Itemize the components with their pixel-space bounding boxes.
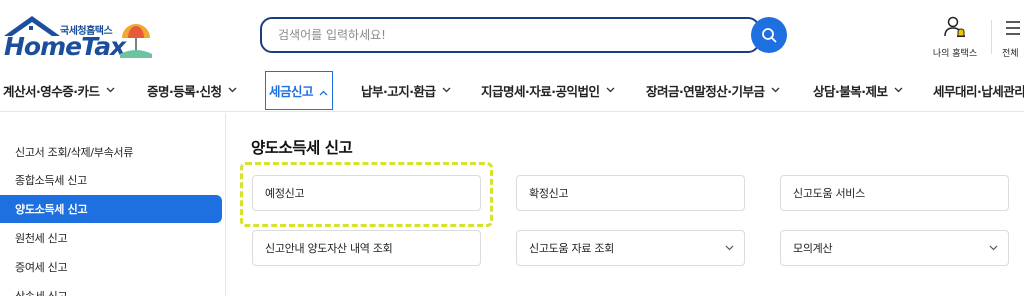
sidebar-item-return-inquiry[interactable]: 신고서 조회/삭제/부속서류 — [0, 138, 222, 166]
hamburger-menu-icon — [1006, 21, 1020, 35]
page-title: 양도소득세 신고 — [251, 139, 353, 157]
nav-item-label: 세무대리·납세관리 — [933, 83, 1024, 99]
chevron-down-icon — [606, 87, 614, 93]
card-label: 신고도움 서비스 — [793, 187, 865, 200]
chevron-up-icon — [319, 90, 328, 95]
sidebar-item-label: 원천세 신고 — [15, 232, 68, 245]
card-preliminary-return[interactable]: 예정신고 — [252, 175, 481, 211]
my-hometax-button[interactable]: 나의 홈택스 — [926, 16, 984, 59]
card-label: 확정신고 — [529, 187, 569, 200]
sidebar-item-label: 신고서 조회/삭제/부속서류 — [15, 146, 134, 159]
sidebar-item-inheritance-tax[interactable]: 상속세 신고 — [0, 282, 222, 296]
nav-item-payment[interactable]: 납부·고지·환급 — [361, 68, 451, 112]
sidebar-item-label: 상속세 신고 — [15, 288, 68, 296]
nav-item-label: 지급명세·자료·공익법인 — [481, 83, 600, 99]
main-nav: 계산서·영수증·카드 증명·등록·신청 세금신고 납부·고지·환급 지급명세·자… — [0, 68, 1024, 112]
sidebar-item-income-tax[interactable]: 종합소득세 신고 — [0, 166, 222, 194]
nav-item-tax-agent[interactable]: 세무대리·납세관리 — [933, 68, 1024, 112]
all-menu-label: 전체 — [1002, 49, 1019, 59]
hometax-logo[interactable]: 국세청홈택스 HomeTax — [2, 12, 162, 64]
chevron-down-icon — [894, 87, 902, 93]
chevron-down-icon — [106, 87, 114, 93]
search-icon — [762, 28, 777, 43]
card-label: 예정신고 — [265, 187, 305, 200]
nav-item-tax-filing[interactable]: 세금신고 — [265, 68, 334, 112]
search-button[interactable] — [751, 17, 787, 53]
search-input[interactable] — [262, 19, 702, 51]
sidebar-item-capital-gains-tax[interactable]: 양도소득세 신고 — [0, 195, 222, 223]
nav-item-label: 세금신고 — [265, 70, 334, 110]
chevron-down-icon — [989, 245, 998, 251]
sidebar-item-gift-tax[interactable]: 증여세 신고 — [0, 253, 222, 281]
nav-item-label: 장려금·연말정산·기부금 — [646, 83, 765, 99]
chevron-down-icon — [228, 87, 236, 93]
nav-item-label: 계산서·영수증·카드 — [3, 83, 100, 99]
sidebar: 신고서 조회/삭제/부속서류 종합소득세 신고 양도소득세 신고 원천세 신고 … — [0, 113, 226, 296]
card-label: 신고안내 양도자산 내역 조회 — [265, 242, 393, 255]
nav-item-consultation[interactable]: 상담·불복·제보 — [813, 68, 903, 112]
card-mock-calculation[interactable]: 모의계산 — [780, 230, 1009, 266]
card-transfer-asset-inquiry[interactable]: 신고안내 양도자산 내역 조회 — [252, 230, 481, 266]
nav-item-certificates[interactable]: 증명·등록·신청 — [147, 68, 237, 112]
nav-item-label: 납부·고지·환급 — [361, 83, 436, 99]
chevron-down-icon — [442, 87, 450, 93]
my-hometax-label: 나의 홈택스 — [932, 49, 978, 59]
nav-item-incentives[interactable]: 장려금·연말정산·기부금 — [646, 68, 780, 112]
card-label: 모의계산 — [793, 242, 833, 255]
header-divider — [991, 20, 992, 54]
card-filing-help-data[interactable]: 신고도움 자료 조회 — [516, 230, 745, 266]
sidebar-item-withholding-tax[interactable]: 원천세 신고 — [0, 224, 222, 252]
chevron-down-icon — [771, 87, 779, 93]
card-label: 신고도움 자료 조회 — [529, 242, 614, 255]
sidebar-item-label: 양도소득세 신고 — [15, 203, 88, 216]
all-menu-button[interactable]: 전체 — [1002, 16, 1024, 59]
sidebar-item-label: 종합소득세 신고 — [15, 174, 87, 187]
chevron-down-icon — [725, 245, 734, 251]
nav-item-payment-statements[interactable]: 지급명세·자료·공익법인 — [481, 68, 615, 112]
logo-title: HomeTax — [4, 32, 126, 61]
search-box — [260, 17, 760, 53]
user-bell-icon — [944, 16, 965, 37]
nav-item-label: 상담·불복·제보 — [813, 83, 888, 99]
card-final-return[interactable]: 확정신고 — [516, 175, 745, 211]
sidebar-item-label: 증여세 신고 — [15, 261, 68, 274]
nav-item-label: 증명·등록·신청 — [147, 83, 222, 99]
nav-item-receipts[interactable]: 계산서·영수증·카드 — [3, 68, 115, 112]
card-filing-help-service[interactable]: 신고도움 서비스 — [780, 175, 1009, 211]
umbrella-icon — [120, 24, 152, 58]
